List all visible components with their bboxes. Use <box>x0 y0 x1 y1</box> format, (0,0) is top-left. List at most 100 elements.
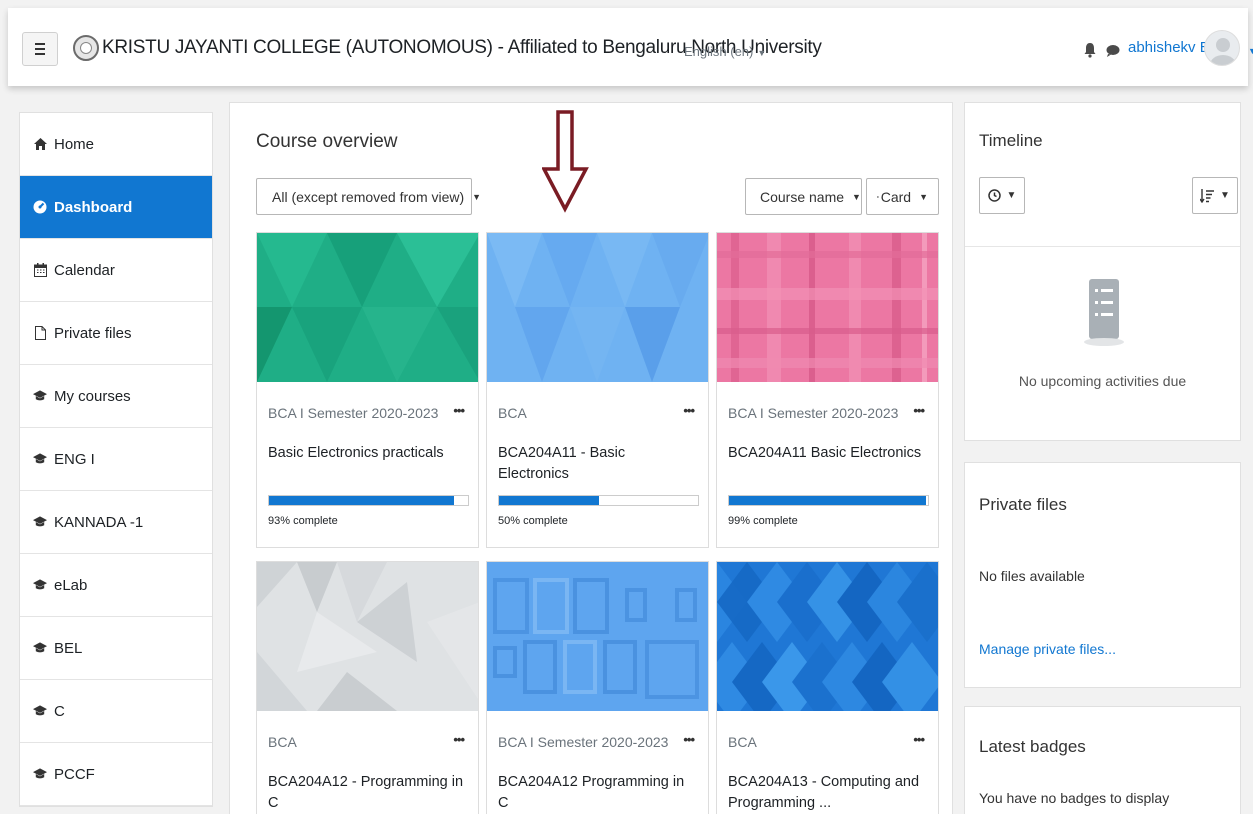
sidebar-item-label: Dashboard <box>54 198 133 216</box>
course-image[interactable] <box>717 233 938 382</box>
progress-bar <box>268 495 469 506</box>
caret-down-icon: ▼ <box>852 191 861 202</box>
sidebar-item-label: Private files <box>54 324 132 342</box>
course-card[interactable]: BCA I Semester 2020-2023 ••• BCA204A11 B… <box>716 232 939 548</box>
menu-toggle-button[interactable] <box>22 32 58 66</box>
course-filter-dropdown[interactable]: All (except removed from view) ▼ <box>256 178 481 215</box>
caret-down-icon: ▼ <box>919 191 928 202</box>
hamburger-icon-line <box>35 53 45 55</box>
more-options-icon[interactable]: ••• <box>913 732 925 747</box>
more-options-icon[interactable]: ••• <box>453 403 465 418</box>
activities-empty-icon <box>1084 279 1124 346</box>
badges-empty-text: You have no badges to display <box>979 790 1170 806</box>
user-avatar[interactable] <box>1204 30 1240 66</box>
more-options-icon[interactable]: ••• <box>913 403 925 418</box>
course-category: BCA <box>498 405 527 421</box>
top-navbar: KRISTU JAYANTI COLLEGE (AUTONOMOUS) - Af… <box>8 8 1253 86</box>
sidebar-item-kannada-1[interactable]: KANNADA -1 <box>20 491 212 554</box>
course-name[interactable]: BCA204A11 Basic Electronics <box>728 443 928 464</box>
sidebar-item-my-courses[interactable]: My courses <box>20 365 212 428</box>
progress-bar <box>498 495 699 506</box>
course-view-dropdown[interactable]: Card ▼ <box>866 178 939 215</box>
course-name[interactable]: BCA204A12 - Programming in C <box>268 772 468 814</box>
latest-badges-block: Latest badges You have no badges to disp… <box>964 706 1241 814</box>
view-label: Card <box>880 188 912 205</box>
sidebar-item-label: KANNADA -1 <box>54 513 144 531</box>
progress-label: 93% complete <box>268 515 338 527</box>
timeline-title: Timeline <box>979 131 1043 150</box>
course-image[interactable] <box>257 562 478 711</box>
timeline-empty-text: No upcoming activities due <box>1018 373 1187 389</box>
caret-down-icon[interactable]: ▼ <box>1248 46 1253 56</box>
course-sort-dropdown[interactable]: Course name ▼ <box>745 178 862 215</box>
college-logo[interactable] <box>73 35 99 61</box>
dashboard-icon <box>33 200 47 214</box>
bell-icon[interactable] <box>1083 42 1097 58</box>
course-card[interactable]: BCA ••• BCA204A12 - Programming in C <box>256 561 479 814</box>
sidebar-item-label: C <box>54 702 65 720</box>
progress-bar <box>728 495 929 506</box>
sidebar-item-label: eLab <box>54 576 88 594</box>
course-name[interactable]: BCA204A12 Programming in C <box>498 772 698 814</box>
course-image[interactable] <box>487 233 708 382</box>
sidebar-item-label: Calendar <box>54 261 115 279</box>
course-card[interactable]: BCA ••• BCA204A13 - Computing and Progra… <box>716 561 939 814</box>
hamburger-icon-line <box>35 48 45 50</box>
course-name[interactable]: Basic Electronics practicals <box>268 443 468 464</box>
manage-private-files-link[interactable]: Manage private files... <box>979 641 1116 657</box>
course-card[interactable]: BCA ••• BCA204A11 - Basic Electronics 50… <box>486 232 709 548</box>
sidebar-item-label: Home <box>54 135 95 153</box>
course-image[interactable] <box>487 562 708 711</box>
sort-label: Course name <box>760 188 845 205</box>
sidebar-item-eng-i[interactable]: ENG I <box>20 428 212 491</box>
course-card[interactable]: BCA I Semester 2020-2023 ••• Basic Elect… <box>256 232 479 548</box>
sidebar-item-label: BEL <box>54 639 83 657</box>
sidebar-item-label: PCCF <box>54 765 95 783</box>
graduation-cap-icon <box>33 515 47 529</box>
caret-down-icon: ▼ <box>757 48 767 58</box>
course-name[interactable]: BCA204A11 - Basic Electronics <box>498 443 698 485</box>
caret-down-icon: ▼ <box>1006 190 1017 201</box>
course-name[interactable]: BCA204A13 - Computing and Programming ..… <box>728 772 928 814</box>
course-image[interactable] <box>257 233 478 382</box>
sidebar-item-elab[interactable]: eLab <box>20 554 212 617</box>
caret-down-icon: ▼ <box>472 191 482 202</box>
course-card[interactable]: BCA I Semester 2020-2023 ••• BCA204A12 P… <box>486 561 709 814</box>
progress-label: 99% complete <box>728 515 798 527</box>
graduation-cap-icon <box>33 452 47 466</box>
message-icon[interactable] <box>1106 44 1120 57</box>
sort-icon <box>1200 188 1215 203</box>
graduation-cap-icon <box>33 704 47 718</box>
file-icon <box>33 326 47 340</box>
timeline-block: Timeline ▼ ▼ No upcoming activities due <box>964 102 1241 441</box>
language-menu[interactable]: English (en) ▼ <box>684 44 766 59</box>
course-category: BCA <box>728 734 757 750</box>
course-category: BCA <box>268 734 297 750</box>
graduation-cap-icon <box>33 641 47 655</box>
more-options-icon[interactable]: ••• <box>683 732 695 747</box>
clock-icon <box>987 189 1001 202</box>
course-image[interactable] <box>717 562 938 711</box>
course-category: BCA I Semester 2020-2023 <box>728 405 899 421</box>
course-category: BCA I Semester 2020-2023 <box>268 405 439 421</box>
timeline-date-filter-dropdown[interactable]: ▼ <box>979 177 1025 214</box>
sidebar-item-calendar[interactable]: Calendar <box>20 239 212 302</box>
sidebar-item-bel[interactable]: BEL <box>20 617 212 680</box>
graduation-cap-icon <box>33 578 47 592</box>
graduation-cap-icon <box>33 767 47 781</box>
graduation-cap-icon <box>33 389 47 403</box>
sidebar-item-home[interactable]: Home <box>20 113 212 176</box>
course-overview-block: Course overview All (except removed from… <box>229 102 953 814</box>
calendar-icon <box>33 263 47 277</box>
sidebar-item-pccf[interactable]: PCCF <box>20 743 212 806</box>
hamburger-icon-line <box>35 43 45 45</box>
more-options-icon[interactable]: ••• <box>683 403 695 418</box>
private-files-title: Private files <box>979 495 1067 514</box>
avatar-icon <box>1210 38 1236 65</box>
sidebar-item-c[interactable]: C <box>20 680 212 743</box>
timeline-sort-dropdown[interactable]: ▼ <box>1192 177 1238 214</box>
sidebar-item-dashboard[interactable]: Dashboard <box>20 176 212 239</box>
more-options-icon[interactable]: ••• <box>453 732 465 747</box>
sidebar-item-private-files[interactable]: Private files <box>20 302 212 365</box>
sidebar-nav: Home Dashboard Calendar Private files My… <box>19 112 213 807</box>
